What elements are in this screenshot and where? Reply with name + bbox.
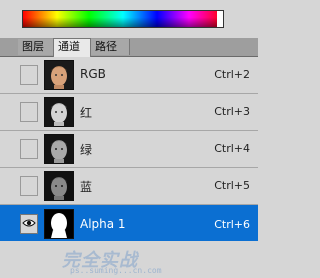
white-swatch[interactable]	[217, 11, 223, 27]
channels-panel-tabs: 图层 通道 路径	[0, 38, 258, 57]
tab-layers[interactable]: 图层	[18, 39, 57, 55]
channel-shortcut: Ctrl+3	[214, 105, 250, 118]
channel-shortcut: Ctrl+4	[214, 142, 250, 155]
visibility-toggle[interactable]	[20, 214, 38, 234]
silhouette-mask-icon	[45, 210, 73, 238]
visibility-toggle[interactable]	[20, 102, 38, 122]
channel-row-green[interactable]: 绿 Ctrl+4	[0, 131, 258, 168]
tab-channels[interactable]: 通道	[53, 38, 91, 57]
color-spectrum-bar[interactable]	[22, 10, 224, 28]
channel-thumbnail-alpha	[44, 209, 74, 239]
channel-shortcut: Ctrl+6	[214, 218, 250, 231]
channel-name: 红	[80, 106, 93, 120]
spectrum-shade	[23, 11, 223, 27]
channel-name: Alpha 1	[80, 217, 126, 231]
channel-shortcut: Ctrl+2	[214, 68, 250, 81]
channel-list: RGB Ctrl+2 红 Ctrl+3 绿 Ctrl+4 蓝 Ctrl+5 Al…	[0, 57, 258, 244]
eye-icon	[22, 219, 36, 227]
visibility-toggle[interactable]	[20, 176, 38, 196]
channel-shortcut: Ctrl+5	[214, 179, 250, 192]
channel-thumbnail-green	[44, 134, 74, 164]
visibility-toggle[interactable]	[20, 65, 38, 85]
channel-row-rgb[interactable]: RGB Ctrl+2	[0, 57, 258, 94]
channel-thumbnail-blue	[44, 171, 74, 201]
channel-row-alpha-1[interactable]: Alpha 1 Ctrl+6	[0, 205, 258, 244]
channel-row-red[interactable]: 红 Ctrl+3	[0, 94, 258, 131]
channel-thumbnail-rgb	[44, 60, 74, 90]
channel-name: 蓝	[80, 180, 93, 194]
channel-name: 绿	[80, 143, 93, 157]
channel-name: RGB	[80, 67, 106, 81]
face-thumbnail-icon	[45, 98, 73, 126]
channel-thumbnail-red	[44, 97, 74, 127]
face-thumbnail-icon	[45, 61, 73, 89]
color-panel	[0, 0, 258, 38]
visibility-toggle[interactable]	[20, 139, 38, 159]
face-thumbnail-icon	[45, 135, 73, 163]
face-thumbnail-icon	[45, 172, 73, 200]
channel-row-blue[interactable]: 蓝 Ctrl+5	[0, 168, 258, 205]
site-watermark-url: ps..suming...cn.com	[70, 266, 162, 275]
tab-paths[interactable]: 路径	[90, 39, 130, 55]
